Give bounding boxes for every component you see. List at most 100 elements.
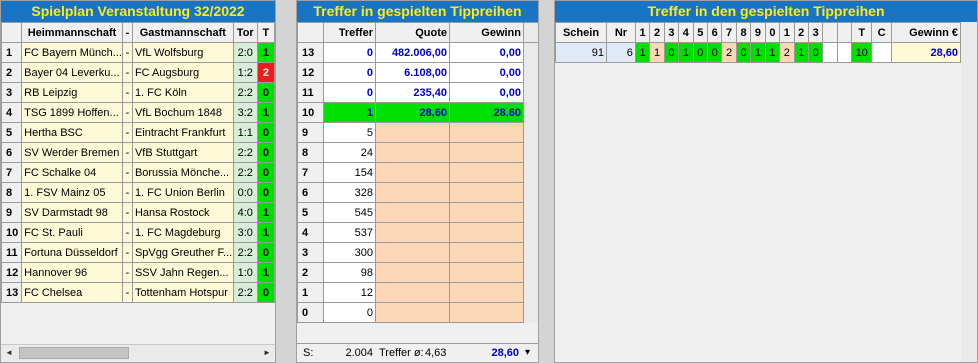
table-row[interactable]: 10 1 28,60 28,60 <box>297 102 538 123</box>
away-team-header[interactable]: Gastmannschaft <box>131 22 234 43</box>
tip-cell[interactable]: 0 <box>256 282 275 303</box>
table-row[interactable]: 11 Fortuna Düsseldorf - SpVgg Greuther F...… <box>1 242 275 263</box>
away-team-cell[interactable]: VfL Wolfsburg <box>131 42 234 63</box>
home-team-cell[interactable]: TSG 1899 Hoffen... <box>21 102 123 123</box>
home-team-cell[interactable]: Bayer 04 Leverku... <box>21 62 123 83</box>
home-team-cell[interactable]: SV Darmstadt 98 <box>21 202 123 223</box>
table-row[interactable]: 95 <box>297 122 538 143</box>
table-row[interactable]: 5 Hertha BSC - Eintracht Frankfurt 1:1 0 <box>1 122 275 143</box>
score-cell[interactable]: 2:2 <box>232 142 258 163</box>
away-team-cell[interactable]: VfB Stuttgart <box>131 142 234 163</box>
table-row[interactable]: 12 Hannover 96- SSV Jahn Regen... 1:0 1 <box>1 262 275 283</box>
table-row[interactable]: 2 98 <box>297 262 538 283</box>
away-team-cell[interactable]: 1. FC Magdeburg <box>131 222 234 243</box>
home-team-cell[interactable]: FC Chelsea <box>21 282 123 303</box>
table-row[interactable]: 1 FC Bayern Münch... - VfL Wolfsburg 2:0 1 <box>1 42 275 63</box>
tip-cell[interactable]: 1 <box>256 222 275 243</box>
tip-cell[interactable]: 0 <box>256 242 275 263</box>
table-row[interactable]: 6 SV Werder Bremen - VfB Stuttgart 2:2 0 <box>1 142 275 163</box>
tip-cell[interactable]: 1 <box>256 42 275 63</box>
table-row[interactable]: 6 328 <box>297 182 538 203</box>
score-cell[interactable]: 2:2 <box>232 82 258 103</box>
home-team-header[interactable]: Heimmannschaft <box>21 22 123 43</box>
tip-header[interactable]: T <box>256 22 275 43</box>
scroll-left-icon[interactable]: ◄ <box>1 345 17 361</box>
score-header[interactable]: Tor <box>232 22 258 43</box>
score-cell[interactable]: 0:0 <box>232 182 258 203</box>
table-row[interactable]: 13 FC Chelsea - Tottenham Hotspur 2:2 0 <box>1 282 275 303</box>
home-team-cell[interactable]: FC Bayern Münch... <box>21 42 123 63</box>
table-row[interactable]: 11 0 235,40 0,00 <box>297 82 538 103</box>
tip-cell[interactable]: 0 <box>256 162 275 183</box>
table-row[interactable]: 12 0 6.108,00 0,00 <box>297 62 538 83</box>
score-cell[interactable]: 2:2 <box>232 242 258 263</box>
score-cell[interactable]: 3:2 <box>232 102 258 123</box>
table-row[interactable]: 8 1. FSV Mainz 05-1. FC Union Berlin 0:0 0 <box>1 182 275 203</box>
home-team-cell[interactable]: Fortuna Düsseldorf <box>21 242 123 263</box>
away-team-cell[interactable]: VfL Bochum 1848 <box>131 102 234 123</box>
table-row[interactable]: 7 154 <box>297 162 538 183</box>
score-cell[interactable]: 2:2 <box>232 282 258 303</box>
gewinn-header[interactable]: Gewinn <box>449 22 524 43</box>
home-team-cell[interactable]: FC Schalke 04 <box>21 162 123 183</box>
tip-cell[interactable]: 1 <box>256 202 275 223</box>
away-team-cell[interactable]: Eintracht Frankfurt <box>131 122 234 143</box>
away-team-cell[interactable]: SpVgg Greuther F... <box>131 242 234 263</box>
score-cell[interactable]: 1:2 <box>232 62 258 83</box>
table-row[interactable]: 4 TSG 1899 Hoffen... - VfL Bochum 1848 3:2 1 <box>1 102 275 123</box>
away-team-cell[interactable]: Hansa Rostock <box>131 202 234 223</box>
tip-cell[interactable]: 0 <box>256 182 275 203</box>
table-row[interactable]: 2 Bayer 04 Leverku... - FC Augsburg 1:2 2 <box>1 62 275 83</box>
home-team-cell[interactable]: 1. FSV Mainz 05 <box>21 182 123 203</box>
table-row[interactable]: 4 537 <box>297 222 538 243</box>
away-team-cell[interactable]: FC Augsburg <box>131 62 234 83</box>
table-row[interactable]: 10 FC St. Pauli -1. FC Magdeburg 3:0 1 <box>1 222 275 243</box>
c-header[interactable]: C <box>871 22 893 43</box>
score-cell[interactable]: 4:0 <box>232 202 258 223</box>
splitter[interactable] <box>539 0 554 363</box>
tip-cell[interactable]: 0 <box>256 82 275 103</box>
schein-header[interactable]: Schein <box>555 22 608 43</box>
home-team-cell[interactable]: FC St. Pauli <box>21 222 123 243</box>
treffer-header[interactable]: Treffer <box>323 22 376 43</box>
home-team-cell[interactable]: RB Leipzig <box>21 82 123 103</box>
tip-cell[interactable]: 1 <box>256 262 275 283</box>
table-row[interactable]: 8 24 <box>297 142 538 163</box>
table-row[interactable]: 3 300 <box>297 242 538 263</box>
gewinn-header[interactable]: Gewinn € <box>891 22 961 43</box>
score-cell[interactable]: 1:0 <box>232 262 258 283</box>
dropdown-icon[interactable]: ▾ <box>525 347 530 358</box>
table-row[interactable]: 13 0 482.006,00 0,00 <box>297 42 538 63</box>
spielplan-horizontal-scrollbar[interactable]: ◄ ► <box>1 344 275 361</box>
tip-cell[interactable]: 0 <box>256 122 275 143</box>
table-row[interactable]: 7 FC Schalke 04- Borussia Mönche... 2:2 0 <box>1 162 275 183</box>
table-row[interactable]: 3 RB Leipzig -1. FC Köln 2:2 0 <box>1 82 275 103</box>
table-row[interactable]: 5 545 <box>297 202 538 223</box>
away-team-cell[interactable]: Tottenham Hotspur <box>131 282 234 303</box>
home-team-cell[interactable]: Hertha BSC <box>21 122 123 143</box>
score-cell[interactable]: 1:1 <box>232 122 258 143</box>
score-cell[interactable]: 2:2 <box>232 162 258 183</box>
scrollbar-thumb[interactable] <box>19 347 129 359</box>
t-header[interactable]: T <box>851 22 873 43</box>
tip-cell[interactable]: 2 <box>256 62 275 83</box>
score-cell[interactable]: 3:0 <box>232 222 258 243</box>
table-row[interactable]: 00 <box>297 302 538 323</box>
away-team-cell[interactable]: SSV Jahn Regen... <box>131 262 234 283</box>
quote-header[interactable]: Quote <box>375 22 450 43</box>
detail-vertical-scrollbar[interactable] <box>961 22 977 362</box>
nr-header[interactable]: Nr <box>606 22 636 43</box>
away-team-cell[interactable]: Borussia Mönche... <box>131 162 234 183</box>
home-team-cell[interactable]: Hannover 96 <box>21 262 123 283</box>
splitter[interactable] <box>276 0 296 363</box>
table-row[interactable]: 91 6 1 1 0 1 0 0 2 0 1 1 2 1 0 10 28,60 <box>555 42 961 63</box>
away-team-cell[interactable]: 1. FC Union Berlin <box>131 182 234 203</box>
tip-cell[interactable]: 0 <box>256 142 275 163</box>
home-team-cell[interactable]: SV Werder Bremen <box>21 142 123 163</box>
tip-cell[interactable]: 1 <box>256 102 275 123</box>
table-row[interactable]: 1 12 <box>297 282 538 303</box>
scroll-right-icon[interactable]: ► <box>259 345 275 361</box>
table-row[interactable]: 9 SV Darmstadt 98- Hansa Rostock 4:0 1 <box>1 202 275 223</box>
score-cell[interactable]: 2:0 <box>232 42 258 63</box>
away-team-cell[interactable]: 1. FC Köln <box>131 82 234 103</box>
